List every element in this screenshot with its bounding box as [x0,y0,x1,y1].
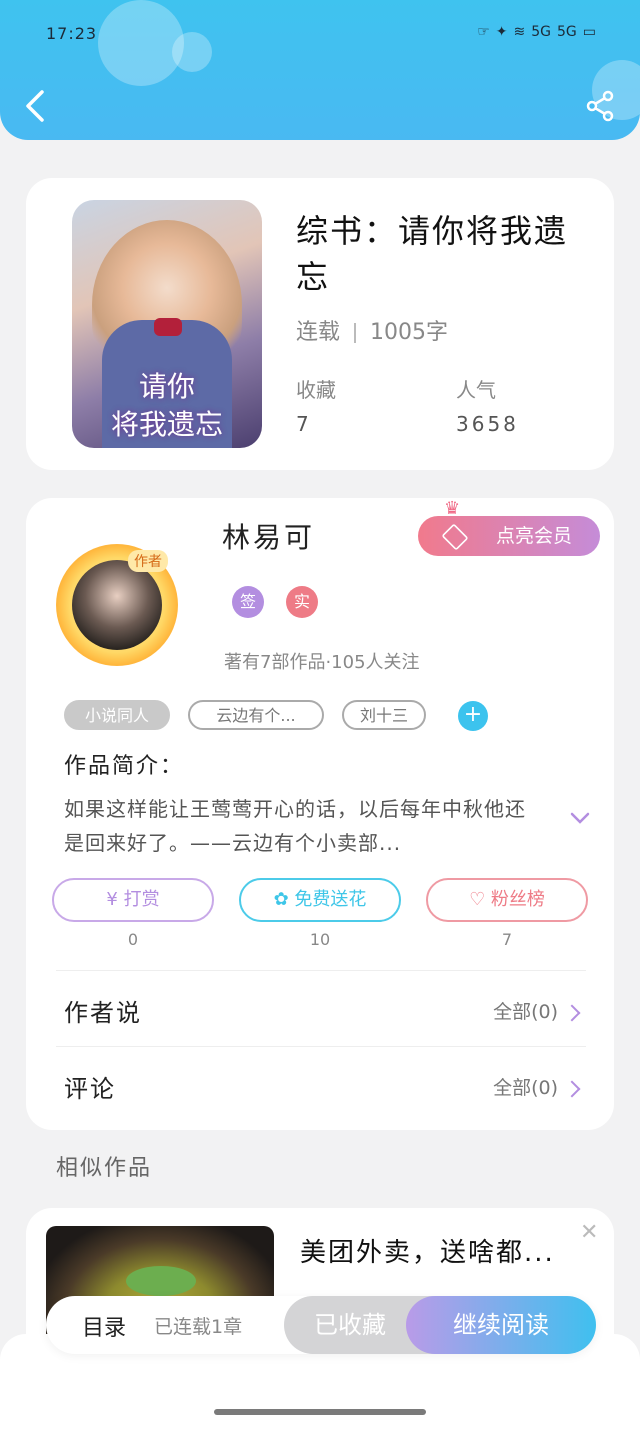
share-icon[interactable] [584,90,616,122]
free-flower-button[interactable]: ✿ 免费送花 [239,878,401,922]
intro-text: 如果这样能让王莺莺开心的话，以后每年中秋他还是回来好了。——云边有个小卖部... [64,797,526,855]
back-icon[interactable] [22,88,50,124]
battery-icon: ▭ [582,24,596,40]
divider [354,323,357,343]
comments-all: 全部(0) [493,1073,581,1100]
cover-figure-bow [154,318,182,336]
comments-label: 评论 [64,1075,116,1103]
fan-ranking-count: 7 [501,930,513,949]
network-5g-label: 5G [531,24,551,40]
diamond-icon [441,523,469,551]
author-name[interactable]: 林易可 [222,516,315,556]
wifi-icon: ≋ [513,24,526,40]
popularity-label: 人气 [456,378,496,402]
vip-button[interactable]: 点亮会员 [418,516,600,556]
vip-button-label: 点亮会员 [495,525,572,547]
free-flower-count: 10 [309,930,331,949]
author-card: 作者 林易可 ♛ 点亮会员 签 实 著有7部作品·105人关注 小说同人 云边有… [26,498,614,1130]
network-5g-label: 5G [557,24,577,40]
home-indicator[interactable] [214,1409,426,1415]
decor-bubble [98,0,184,86]
book-status: 连载 1005字 [296,314,448,346]
chevron-right-icon [563,1080,581,1097]
avatar [72,560,162,650]
tag-chip[interactable]: 小说同人 [64,700,170,730]
book-title: 综书：请你将我遗忘 [296,212,569,296]
author-works-summary: 著有7部作品·105人关注 [224,652,420,673]
favorites-value: 7 [296,412,312,436]
continue-reading-button[interactable]: 继续阅读 [406,1296,596,1354]
fan-ranking-button[interactable]: ♡ 粉丝榜 [426,878,588,922]
author-avatar[interactable]: 作者 [56,544,178,666]
status-time: 17:23 [46,24,98,43]
fan-ranking-label: 粉丝榜 [490,889,545,910]
fan-icon: ♡ [469,889,491,910]
yuan-icon: ¥ [106,889,124,910]
thumbnail-garnish [126,1266,196,1296]
free-flower-label: 免费送花 [294,889,367,910]
header: 17:23 ☞ ✦ ≋ 5G 5G ▭ [0,0,640,140]
chevron-right-icon [563,1004,581,1021]
author-says-row[interactable]: 作者说 全部(0) [56,970,586,1047]
comments-all-label: 全部(0) [493,1077,558,1099]
signal-icon: ✦ [495,24,508,40]
tag-chip[interactable]: 刘十三 [342,700,426,730]
flower-icon: ✿ [273,889,295,910]
reward-count: 0 [127,930,139,949]
verified-badge: 实 [286,586,318,618]
chevron-down-icon[interactable] [570,808,590,828]
tag-chip[interactable]: 云边有个... [188,700,324,730]
book-info-card: 请你 将我遗忘 综书：请你将我遗忘 连载 1005字 收藏 7 人气 3658 [26,178,614,470]
word-count: 1005字 [370,320,449,345]
bottom-action-bar: 目录 已连载1章 已收藏 继续阅读 [46,1296,596,1354]
favorites-label: 收藏 [296,378,336,402]
hand-icon: ☞ [477,24,490,40]
similar-section-title: 相似作品 [56,1156,153,1181]
intro-label: 作品简介： [64,754,185,779]
similar-work-title: 美团外卖，送啥都... [300,1238,555,1268]
popularity-value: 3658 [456,412,519,436]
status-icons: ☞ ✦ ≋ 5G 5G ▭ [477,24,596,40]
reward-button[interactable]: ¥ 打赏 [52,878,214,922]
reward-label: 打赏 [123,889,160,910]
close-icon[interactable]: ✕ [580,1220,598,1245]
author-says-all: 全部(0) [493,997,581,1024]
serial-status: 连载 [296,320,341,345]
author-says-all-label: 全部(0) [493,1001,558,1023]
table-of-contents-button[interactable]: 目录 [82,1310,126,1342]
cover-title: 请你 将我遗忘 [110,370,223,441]
decor-bubble [172,32,212,72]
author-says-label: 作者说 [64,999,142,1027]
book-cover[interactable]: 请你 将我遗忘 [72,200,262,448]
comments-row[interactable]: 评论 全部(0) [56,1046,586,1123]
signed-badge: 签 [232,586,264,618]
chapter-count: 已连载1章 [154,1316,243,1338]
author-tag: 作者 [128,550,168,572]
add-tag-icon[interactable]: + [458,701,488,731]
